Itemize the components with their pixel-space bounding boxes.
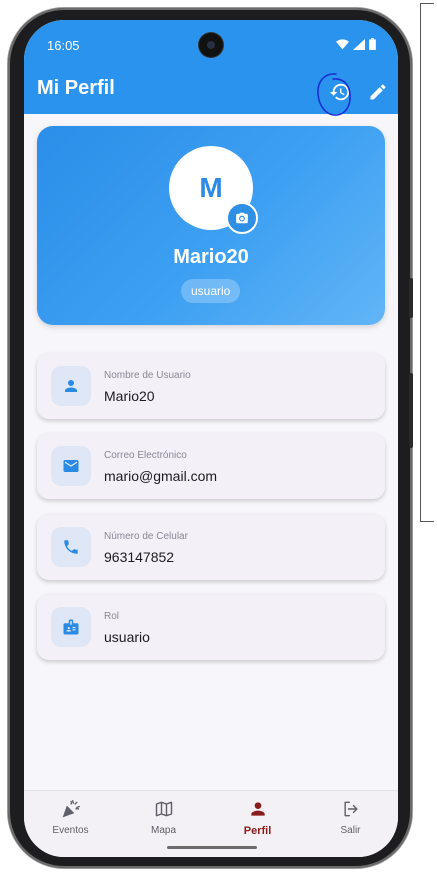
badge-icon bbox=[63, 619, 79, 635]
profile-username: Mario20 bbox=[173, 246, 249, 268]
info-label: Rol bbox=[104, 611, 120, 622]
camera-icon bbox=[236, 212, 248, 224]
signal-icon bbox=[353, 38, 365, 50]
nav-label: Eventos bbox=[52, 825, 89, 836]
info-label: Nombre de Usuario bbox=[104, 370, 191, 381]
nav-label: Perfil bbox=[243, 825, 272, 837]
info-icon-box bbox=[51, 446, 91, 486]
history-icon bbox=[329, 83, 350, 101]
info-value: 963147852 bbox=[104, 549, 175, 565]
info-card-phone: Número de Celular 963147852 bbox=[37, 514, 385, 580]
battery-icon bbox=[369, 38, 376, 50]
nav-item-mapa[interactable]: Mapa bbox=[117, 799, 210, 836]
info-card-username: Nombre de Usuario Mario20 bbox=[37, 353, 385, 419]
nav-item-eventos[interactable]: Eventos bbox=[24, 799, 117, 836]
front-camera bbox=[199, 33, 223, 57]
info-card-email: Correo Electrónico mario@gmail.com bbox=[37, 433, 385, 499]
party-icon bbox=[62, 800, 80, 818]
nav-item-perfil[interactable]: Perfil bbox=[211, 799, 304, 837]
avatar-initial: M bbox=[199, 172, 223, 203]
nav-label: Salir bbox=[340, 825, 361, 836]
phone-screen: 16:05 Mi Perfil M Mario20 usuario Nombre… bbox=[24, 20, 398, 857]
info-card-role: Rol usuario bbox=[37, 594, 385, 660]
nav-label: Mapa bbox=[150, 825, 176, 836]
edit-button[interactable] bbox=[364, 78, 392, 106]
phone-icon bbox=[64, 540, 78, 554]
nav-item-salir[interactable]: Salir bbox=[304, 799, 397, 836]
map-icon bbox=[155, 801, 172, 817]
person-icon bbox=[250, 802, 265, 816]
volume-up-button bbox=[409, 278, 413, 318]
info-label: Correo Electrónico bbox=[104, 450, 187, 461]
info-icon-box bbox=[51, 607, 91, 647]
role-badge: usuario bbox=[181, 279, 241, 303]
info-value: usuario bbox=[104, 629, 150, 645]
home-indicator[interactable] bbox=[167, 846, 257, 849]
status-time: 16:05 bbox=[47, 38, 80, 53]
logout-icon bbox=[343, 801, 358, 817]
profile-header-card: M Mario20 usuario bbox=[37, 126, 385, 325]
info-label: Número de Celular bbox=[104, 531, 188, 542]
status-bar: 16:05 bbox=[24, 20, 398, 70]
change-photo-button[interactable] bbox=[226, 202, 258, 234]
app-bar: Mi Perfil bbox=[24, 70, 398, 114]
info-icon-box bbox=[51, 366, 91, 406]
info-value: mario@gmail.com bbox=[104, 468, 218, 484]
avatar: M bbox=[169, 146, 258, 234]
info-icon-box bbox=[51, 527, 91, 567]
side-panel-fragment bbox=[420, 3, 434, 522]
email-icon bbox=[63, 460, 79, 472]
person-icon bbox=[65, 380, 77, 392]
page-title: Mi Perfil bbox=[37, 77, 115, 99]
edit-icon bbox=[370, 84, 386, 100]
history-button[interactable] bbox=[326, 78, 354, 106]
info-value: Mario20 bbox=[104, 388, 155, 404]
wifi-icon bbox=[336, 38, 349, 49]
status-icons bbox=[336, 38, 376, 50]
power-button bbox=[409, 373, 413, 448]
